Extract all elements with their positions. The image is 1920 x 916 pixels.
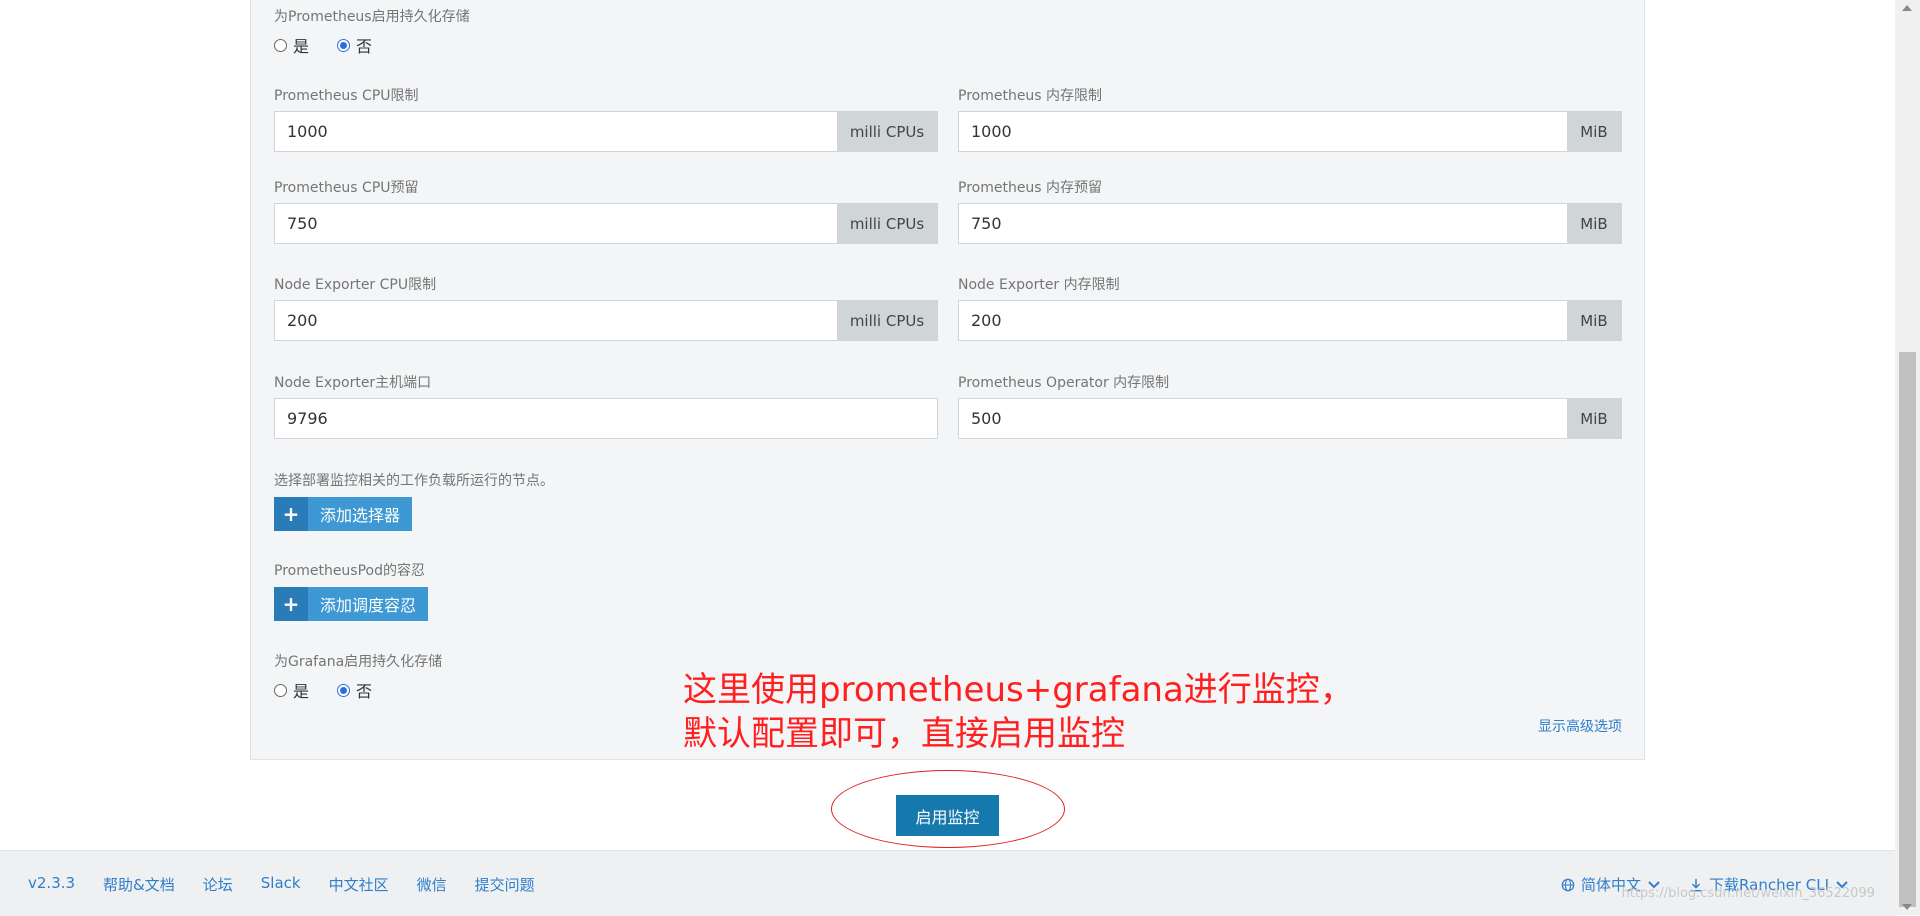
annotation-text: 这里使用prometheus+grafana进行监控， 默认配置即可，直接启用监… (683, 670, 1354, 754)
footer-link-slack[interactable]: Slack (261, 874, 301, 895)
show-advanced-link[interactable]: 显示高级选项 (1538, 716, 1622, 736)
prometheus-mem-limit-label: Prometheus 内存限制 (958, 88, 1103, 104)
footer-link-forum[interactable]: 论坛 (203, 874, 233, 895)
prometheus-mem-reserve-input[interactable] (959, 204, 1567, 243)
version-link[interactable]: v2.3.3 (28, 874, 75, 895)
footer-link-wechat[interactable]: 微信 (417, 874, 447, 895)
add-selector-button[interactable]: + 添加选择器 (274, 497, 413, 531)
globe-icon (1561, 878, 1575, 891)
node-exporter-cpu-limit-label: Node Exporter CPU限制 (274, 277, 437, 293)
prometheus-mem-limit-unit: MiB (1567, 112, 1621, 151)
plus-icon: + (274, 587, 308, 621)
prometheus-persist-radios: 是 否 (274, 33, 400, 57)
prometheus-mem-reserve-unit: MiB (1567, 204, 1621, 243)
prometheus-cpu-limit-unit: milli CPUs (837, 112, 937, 151)
scroll-up-icon[interactable] (1902, 5, 1912, 11)
tolerations-label: PrometheusPod的容忍 (274, 563, 425, 579)
prometheus-cpu-reserve-input[interactable] (275, 204, 837, 243)
radio-checked-icon[interactable] (337, 683, 351, 697)
node-exporter-cpu-limit-input[interactable] (275, 301, 837, 340)
operator-mem-limit-field: MiB (958, 398, 1622, 439)
prometheus-persist-no[interactable]: 否 (337, 33, 372, 57)
prometheus-mem-limit-input[interactable] (959, 112, 1567, 151)
operator-mem-limit-label: Prometheus Operator 内存限制 (958, 375, 1170, 391)
prometheus-cpu-limit-field: milli CPUs (274, 111, 938, 152)
node-selector-label: 选择部署监控相关的工作负载所运行的节点。 (274, 473, 554, 489)
node-exporter-port-field (274, 398, 938, 439)
operator-mem-limit-input[interactable] (959, 399, 1567, 438)
prometheus-persist-yes[interactable]: 是 (274, 33, 309, 57)
prometheus-cpu-limit-label: Prometheus CPU限制 (274, 88, 419, 104)
prometheus-cpu-reserve-label: Prometheus CPU预留 (274, 180, 419, 196)
node-exporter-port-input[interactable] (275, 399, 937, 438)
operator-mem-limit-unit: MiB (1567, 399, 1621, 438)
grafana-persist-radios: 是 否 (274, 678, 400, 702)
node-exporter-port-label: Node Exporter主机端口 (274, 375, 432, 391)
prometheus-persist-label: 为Prometheus启用持久化存储 (274, 9, 470, 25)
grafana-persist-no[interactable]: 否 (337, 678, 372, 702)
prometheus-mem-reserve-label: Prometheus 内存预留 (958, 180, 1103, 196)
watermark: https://blog.csdn.net/weixin_36522099 (1621, 886, 1875, 901)
radio-unchecked-icon[interactable] (274, 683, 287, 697)
add-toleration-button[interactable]: + 添加调度容忍 (274, 587, 429, 621)
scrollbar-thumb[interactable] (1899, 352, 1916, 907)
plus-icon: + (274, 497, 308, 531)
footer-link-issues[interactable]: 提交问题 (475, 874, 535, 895)
footer-link-community[interactable]: 中文社区 (329, 874, 389, 895)
node-exporter-cpu-limit-unit: milli CPUs (837, 301, 937, 340)
grafana-persist-yes[interactable]: 是 (274, 678, 309, 702)
node-exporter-mem-limit-label: Node Exporter 内存限制 (958, 277, 1120, 293)
prometheus-mem-reserve-field: MiB (958, 203, 1622, 244)
radio-unchecked-icon[interactable] (274, 38, 287, 52)
node-exporter-mem-limit-unit: MiB (1567, 301, 1621, 340)
scrollbar[interactable] (1895, 0, 1920, 915)
prometheus-cpu-reserve-unit: milli CPUs (837, 204, 937, 243)
node-exporter-mem-limit-input[interactable] (959, 301, 1567, 340)
prometheus-mem-limit-field: MiB (958, 111, 1622, 152)
node-exporter-cpu-limit-field: milli CPUs (274, 300, 938, 341)
footer: v2.3.3 帮助&文档 论坛 Slack 中文社区 微信 提交问题 简体中文 (0, 850, 1895, 916)
enable-monitoring-button[interactable]: 启用监控 (896, 795, 999, 836)
radio-checked-icon[interactable] (337, 38, 351, 52)
settings-panel: 为Prometheus启用持久化存储 是 否 Prometheus CPU限制 … (250, 0, 1645, 760)
footer-link-docs[interactable]: 帮助&文档 (103, 874, 175, 895)
footer-links: v2.3.3 帮助&文档 论坛 Slack 中文社区 微信 提交问题 (28, 874, 563, 895)
node-exporter-mem-limit-field: MiB (958, 300, 1622, 341)
scroll-down-icon[interactable] (1902, 904, 1912, 910)
grafana-persist-label: 为Grafana启用持久化存储 (274, 654, 443, 670)
prometheus-cpu-limit-input[interactable] (275, 112, 837, 151)
prometheus-cpu-reserve-field: milli CPUs (274, 203, 938, 244)
